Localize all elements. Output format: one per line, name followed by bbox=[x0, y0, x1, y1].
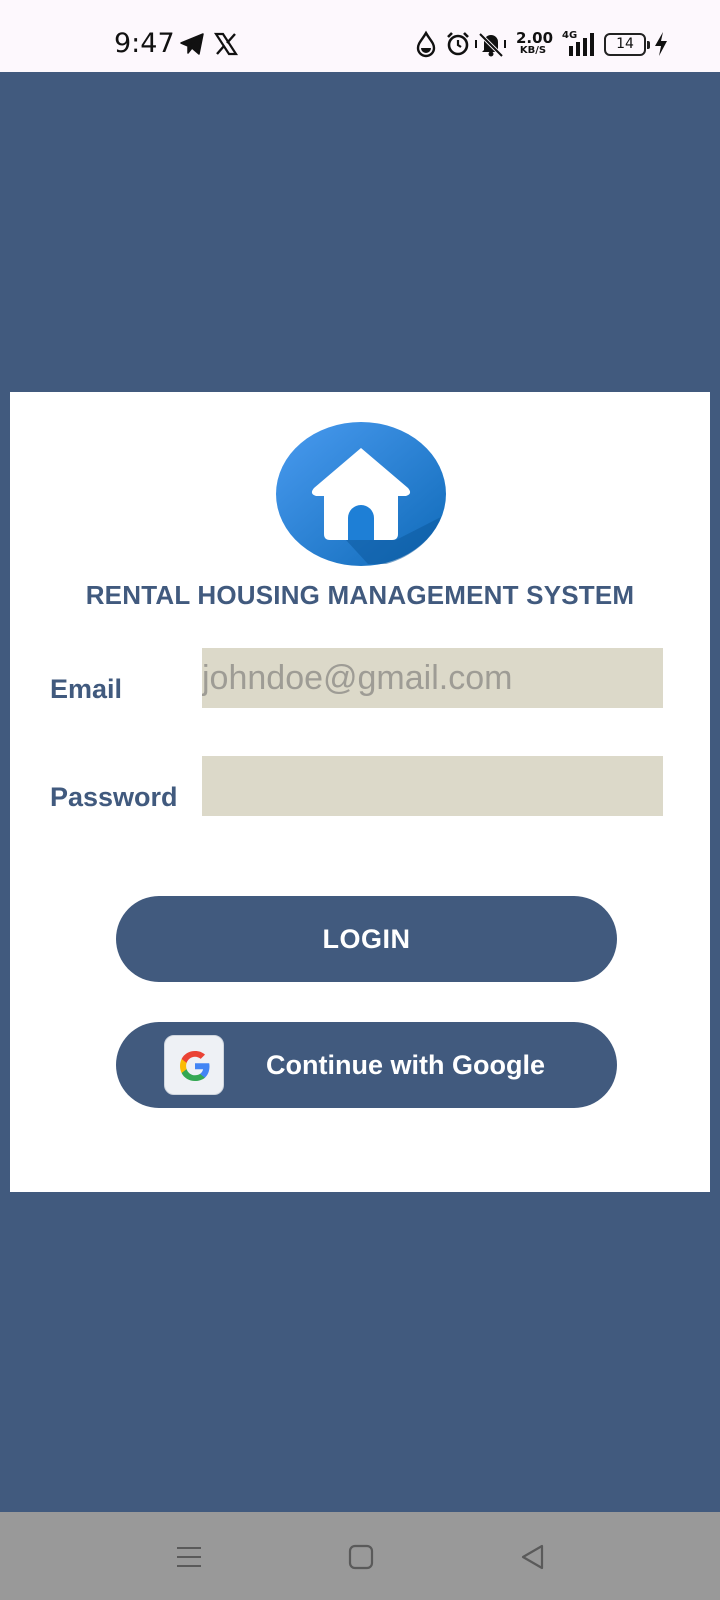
home-icon[interactable] bbox=[344, 1540, 378, 1574]
password-label: Password bbox=[50, 782, 178, 812]
email-label: Email bbox=[50, 674, 123, 704]
google-signin-button[interactable]: Continue with Google bbox=[116, 1022, 617, 1108]
vibrate-icon bbox=[475, 32, 506, 58]
x-icon bbox=[213, 32, 239, 56]
google-icon bbox=[180, 1051, 210, 1081]
network-speed-unit: KB/S bbox=[519, 45, 547, 56]
status-bar: 9:47 2.00 KB/S 4G 14 bbox=[0, 0, 720, 72]
network-speed: 2.00 KB/S bbox=[516, 29, 554, 56]
google-button-label: Continue with Google bbox=[266, 1050, 545, 1080]
status-time: 9:47 bbox=[114, 28, 175, 59]
email-field[interactable] bbox=[202, 648, 663, 708]
password-field[interactable] bbox=[202, 756, 663, 816]
back-icon[interactable] bbox=[516, 1540, 550, 1574]
house-icon bbox=[276, 422, 446, 566]
app-title: RENTAL HOUSING MANAGEMENT SYSTEM bbox=[85, 580, 635, 610]
network-speed-value: 2.00 bbox=[516, 29, 554, 47]
alarm-icon bbox=[447, 32, 469, 56]
menu-icon[interactable] bbox=[172, 1540, 206, 1574]
google-badge bbox=[164, 1035, 224, 1095]
battery-icon: 14 bbox=[604, 33, 650, 56]
login-card: RENTAL HOUSING MANAGEMENT SYSTEM Email P… bbox=[10, 392, 710, 1192]
login-button[interactable]: LOGIN bbox=[116, 896, 617, 982]
navigation-bar bbox=[0, 1512, 720, 1600]
water-drop-icon bbox=[416, 30, 436, 58]
telegram-icon bbox=[180, 33, 204, 55]
charging-icon bbox=[655, 32, 667, 56]
signal-icon bbox=[569, 33, 594, 56]
